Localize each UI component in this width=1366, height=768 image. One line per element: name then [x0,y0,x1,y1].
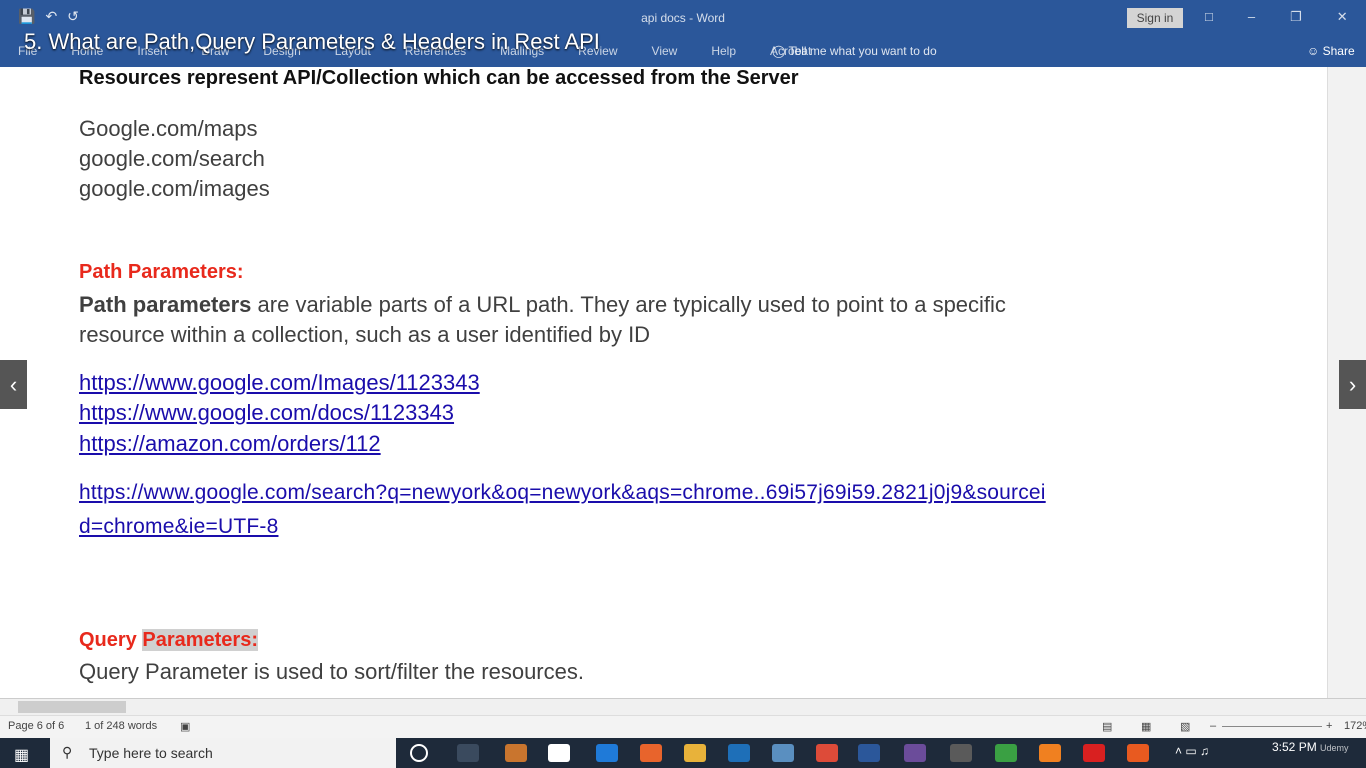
path-parameters-heading: Path Parameters: [79,261,244,283]
path-description-text: are variable parts of a URL path. They a… [251,292,1006,317]
search-placeholder: Type here to search [89,745,213,761]
taskbar-search[interactable]: ⚲ Type here to search [50,738,396,768]
zoom-level[interactable]: 172% [1344,720,1366,732]
query-link-line1[interactable]: https://www.google.com/search?q=newyork&… [79,481,1046,505]
notes-app-icon[interactable] [772,744,794,762]
window-controls: □ – ❐ ✕ [1205,9,1348,25]
word-count[interactable]: 1 of 248 words [85,720,157,732]
tab-view[interactable]: View [652,44,678,58]
query-link-line2[interactable]: d=chrome&ie=UTF-8 [79,515,278,539]
path-link[interactable]: https://www.google.com/docs/1123343 [79,400,454,426]
search-icon: ⚲ [62,744,73,760]
web-layout-icon[interactable]: ▧ [1180,720,1190,733]
video-title-overlay: 5. What are Path,Query Parameters & Head… [24,29,600,54]
query-heading-word: Query [79,629,143,651]
page-count[interactable]: Page 6 of 6 [8,720,64,732]
share-label: Share [1322,44,1355,58]
clock-time: 3:52 PM [1272,740,1317,754]
person-icon: ☺ [1307,44,1323,58]
close-icon[interactable]: ✕ [1337,9,1348,25]
query-description: Query Parameter is used to sort/filter t… [79,659,584,684]
query-heading-colon: : [251,629,258,651]
zoom-slider[interactable] [1222,726,1322,727]
cortana-icon[interactable] [410,744,428,762]
query-parameters-heading: Query Parameters: [79,629,258,652]
path-link[interactable]: https://www.google.com/Images/1123343 [79,370,480,396]
lightbulb-icon: ◯ [772,44,789,58]
tell-me-search[interactable]: ◯ Tell me what you want to do [772,44,937,58]
zoom-in-icon[interactable]: + [1326,720,1332,732]
next-arrow-icon[interactable]: › [1339,360,1366,409]
path-description-line1: Path parameters are variable parts of a … [79,292,1006,318]
previous-arrow-icon[interactable]: ‹ [0,360,27,409]
resource-item: google.com/search [79,146,265,171]
tab-help[interactable]: Help [711,44,736,58]
edge-icon[interactable] [596,744,618,762]
sign-in-button[interactable]: Sign in [1127,8,1183,28]
windows-start-icon[interactable]: ▦ [14,745,29,765]
status-bar: Page 6 of 6 1 of 248 words ▣ ▤ ▦ ▧ – + 1… [0,715,1366,738]
app-icon[interactable] [904,744,926,762]
share-button[interactable]: ☺ Share [1307,44,1355,58]
recorder-icon[interactable] [1127,744,1149,762]
task-view-icon[interactable] [457,744,479,762]
taskbar-clock[interactable]: 3:52 PM Udemy [1272,740,1349,754]
tell-me-label: Tell me what you want to do [788,44,937,58]
postman-icon[interactable] [1039,744,1061,762]
file-explorer-icon[interactable] [684,744,706,762]
word-ribbon: 💾 ↶ ↺ api docs - Word Sign in □ – ❐ ✕ Fi… [0,0,1366,67]
print-layout-icon[interactable]: ▦ [1141,720,1151,733]
system-tray-icons[interactable]: ˄ ▭ ♫ [1175,744,1209,758]
proofing-icon[interactable]: ▣ [180,720,190,733]
store-icon[interactable] [505,744,527,762]
maximize-icon[interactable]: ❐ [1290,9,1302,25]
firefox-icon[interactable] [640,744,662,762]
zoom-out-icon[interactable]: – [1210,720,1216,732]
horizontal-scrollbar[interactable] [0,698,1366,715]
ribbon-display-icon[interactable]: □ [1205,9,1213,25]
calculator-icon[interactable] [950,744,972,762]
udemy-watermark: Udemy [1320,743,1349,753]
chrome-icon[interactable] [816,744,838,762]
path-bold-term: Path parameters [79,292,252,317]
query-heading-selected-text: Parameters [142,629,252,651]
document-page[interactable]: Resources represent API/Collection which… [0,67,1327,698]
path-description-line2: resource within a collection, such as a … [79,322,651,347]
resource-item: Google.com/maps [79,116,258,141]
uipath-icon[interactable] [728,744,750,762]
query-heading-highlighted: Parameters: [142,629,258,651]
word-icon[interactable] [858,744,880,762]
resources-heading: Resources represent API/Collection which… [79,67,799,89]
camtasia-icon[interactable] [995,744,1017,762]
acrobat-icon[interactable] [1083,744,1105,762]
resource-item: google.com/images [79,176,270,201]
path-link[interactable]: https://amazon.com/orders/112 [79,431,381,457]
windows-taskbar: ▦ ⚲ Type here to search ˄ ▭ ♫ 3:52 PM Ud… [0,738,1366,768]
minimize-icon[interactable]: – [1248,9,1255,25]
read-mode-icon[interactable]: ▤ [1102,720,1112,733]
mail-icon[interactable] [548,744,570,762]
scroll-thumb[interactable] [18,701,126,713]
